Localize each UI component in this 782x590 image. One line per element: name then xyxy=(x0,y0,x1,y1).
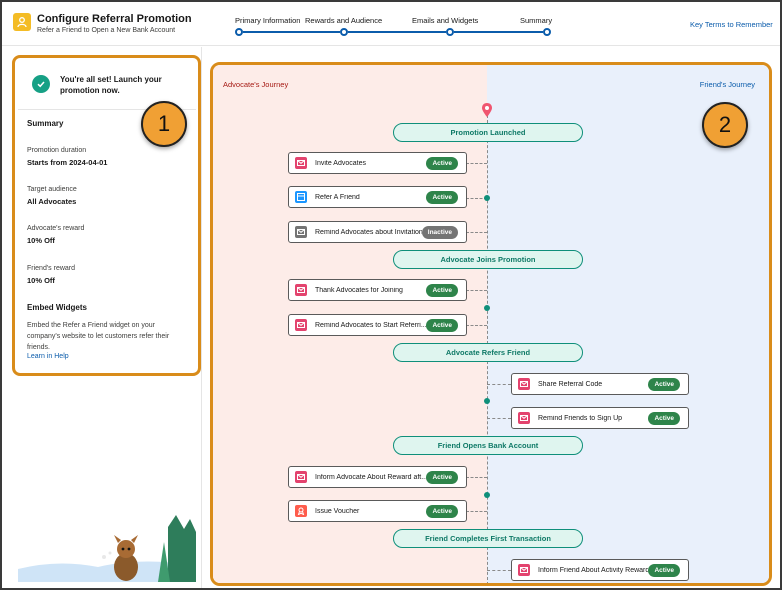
promotion-duration-label: Promotion duration xyxy=(27,147,87,154)
connector xyxy=(487,384,511,385)
email-icon xyxy=(295,284,307,296)
progress-path: Primary Information Rewards and Audience… xyxy=(231,15,561,39)
step-label: Share Referral Code xyxy=(538,380,603,388)
friend-reward-value: 10% Off xyxy=(27,276,55,285)
status-badge: Inactive xyxy=(421,225,458,239)
step-label: Invite Advocates xyxy=(315,159,366,167)
page-title: Configure Referral Promotion xyxy=(37,13,192,25)
step-share-referral-code[interactable]: Share Referral Code Active xyxy=(511,373,689,395)
target-audience-value: All Advocates xyxy=(27,197,77,206)
voucher-icon xyxy=(295,505,307,517)
embed-widgets-title: Embed Widgets xyxy=(27,303,87,312)
mascot-illustration xyxy=(18,515,196,582)
connector xyxy=(487,570,511,571)
learn-in-help-link[interactable]: Learn in Help xyxy=(27,353,69,360)
app-window: Configure Referral Promotion Refer a Fri… xyxy=(0,0,782,590)
step-thank-advocates[interactable]: Thank Advocates for Joining Active xyxy=(288,279,467,301)
step-remind-advocates-invitation[interactable]: Remind Advocates about Invitation Inacti… xyxy=(288,221,467,243)
promotion-duration-value: Starts from 2024-04-01 xyxy=(27,158,108,167)
connector xyxy=(466,477,487,478)
callout-number-2: 2 xyxy=(702,102,748,148)
success-message: You're all set! Launch your promotion no… xyxy=(60,75,162,95)
step-dot-primary-information[interactable] xyxy=(235,28,243,36)
status-badge: Active xyxy=(426,470,458,484)
step-label: Thank Advocates for Joining xyxy=(315,286,403,294)
timeline-node xyxy=(484,398,490,404)
connector xyxy=(487,418,511,419)
progress-line xyxy=(454,31,543,33)
step-label: Inform Friend About Activity Reward xyxy=(538,566,649,574)
friend-reward-label: Friend's reward xyxy=(27,265,76,272)
email-icon xyxy=(295,157,307,169)
progress-line xyxy=(243,31,340,33)
email-icon xyxy=(518,412,530,424)
status-badge: Active xyxy=(426,283,458,297)
status-badge: Active xyxy=(648,411,680,425)
page-subtitle: Refer a Friend to Open a New Bank Accoun… xyxy=(37,27,176,34)
connector xyxy=(466,290,487,291)
status-badge: Active xyxy=(648,377,680,391)
target-audience-label: Target audience xyxy=(27,186,77,193)
page-header: Configure Referral Promotion Refer a Fri… xyxy=(2,2,780,46)
status-badge: Active xyxy=(426,504,458,518)
email-icon xyxy=(518,564,530,576)
step-label: Remind Advocates about Invitation xyxy=(315,228,422,236)
checkmark-icon xyxy=(32,75,50,93)
phase-first-transaction[interactable]: Friend Completes First Transaction xyxy=(393,529,583,548)
advocate-lane-label: Advocate's Journey xyxy=(223,80,289,89)
referral-app-icon xyxy=(13,13,31,31)
location-pin-icon xyxy=(482,103,492,117)
step-label: Remind Advocates to Start Referri... xyxy=(315,321,427,329)
status-badge: Active xyxy=(426,318,458,332)
advocate-reward-label: Advocate's reward xyxy=(27,225,85,232)
connector xyxy=(466,232,487,233)
step-dot-summary[interactable] xyxy=(543,28,551,36)
step-dot-rewards-audience[interactable] xyxy=(340,28,348,36)
status-badge: Active xyxy=(648,563,680,577)
step-inform-friend-activity-reward[interactable]: Inform Friend About Activity Reward Acti… xyxy=(511,559,689,581)
embed-widgets-description: Embed the Refer a Friend widget on your … xyxy=(27,322,170,351)
email-icon xyxy=(518,378,530,390)
connector xyxy=(466,511,487,512)
widget-icon xyxy=(295,191,307,203)
step-issue-voucher[interactable]: Issue Voucher Active xyxy=(288,500,467,522)
step-label: Inform Advocate About Reward aft... xyxy=(315,473,427,481)
step-label: Issue Voucher xyxy=(315,507,360,515)
journey-panel: Advocate's Journey Friend's Journey Prom… xyxy=(210,62,772,586)
connector xyxy=(466,163,487,164)
step-label: Refer A Friend xyxy=(315,193,360,201)
timeline-node xyxy=(484,305,490,311)
step-dot-emails-widgets[interactable] xyxy=(446,28,454,36)
phase-promotion-launched[interactable]: Promotion Launched xyxy=(393,123,583,142)
email-icon xyxy=(295,226,307,238)
step-label-emails-widgets[interactable]: Emails and Widgets xyxy=(412,16,478,25)
phase-friend-opens-account[interactable]: Friend Opens Bank Account xyxy=(393,436,583,455)
connector xyxy=(466,325,487,326)
step-label-summary[interactable]: Summary xyxy=(520,16,552,25)
callout-number-1: 1 xyxy=(141,101,187,147)
friend-lane-label: Friend's Journey xyxy=(699,80,755,89)
email-icon xyxy=(295,319,307,331)
step-remind-friends-sign-up[interactable]: Remind Friends to Sign Up Active xyxy=(511,407,689,429)
step-label-primary-information[interactable]: Primary Information xyxy=(235,16,300,25)
summary-title: Summary xyxy=(27,119,64,128)
email-icon xyxy=(295,471,307,483)
step-invite-advocates[interactable]: Invite Advocates Active xyxy=(288,152,467,174)
step-inform-advocate-reward[interactable]: Inform Advocate About Reward aft... Acti… xyxy=(288,466,467,488)
key-terms-link[interactable]: Key Terms to Remember xyxy=(690,20,773,29)
progress-line xyxy=(348,31,446,33)
step-remind-advocates-referring[interactable]: Remind Advocates to Start Referri... Act… xyxy=(288,314,467,336)
status-badge: Active xyxy=(426,156,458,170)
timeline-node xyxy=(484,195,490,201)
phase-advocate-joins[interactable]: Advocate Joins Promotion xyxy=(393,250,583,269)
phase-advocate-refers[interactable]: Advocate Refers Friend xyxy=(393,343,583,362)
step-label-rewards-audience[interactable]: Rewards and Audience xyxy=(305,16,382,25)
timeline-node xyxy=(484,492,490,498)
step-refer-a-friend[interactable]: Refer A Friend Active xyxy=(288,186,467,208)
status-badge: Active xyxy=(426,190,458,204)
step-label: Remind Friends to Sign Up xyxy=(538,414,623,422)
advocate-reward-value: 10% Off xyxy=(27,236,55,245)
